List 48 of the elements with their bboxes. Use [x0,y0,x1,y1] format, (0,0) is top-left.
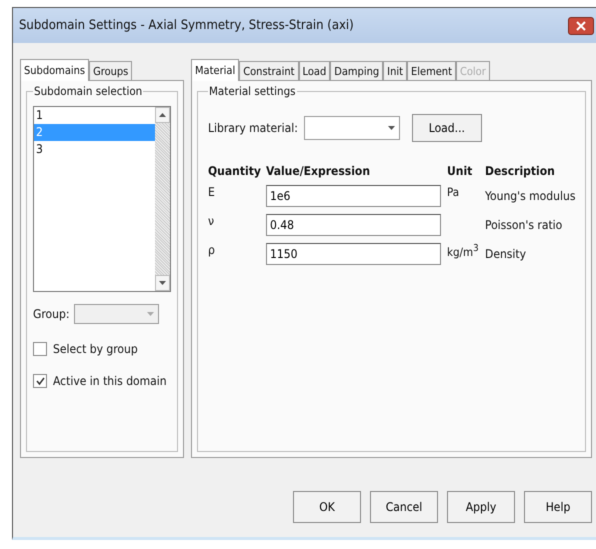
window-title: Subdomain Settings - Axial Symmetry, Stress-Strain (axi) [19,18,355,33]
checkbox-label: Select by group [53,342,138,356]
down-arrow-icon [159,281,166,285]
tab[interactable]: Init [383,61,407,80]
group-title: Material settings [208,84,297,98]
checkbox-label: Active in this domain [53,374,167,388]
column-header: Quantity [208,164,260,178]
up-arrow-icon [159,113,166,117]
dialog-button[interactable]: Apply [447,491,515,523]
tab[interactable]: Element [406,61,456,80]
dialog-button[interactable]: Cancel [370,491,438,523]
description-text: Poisson's ratio [485,217,564,232]
tab[interactable]: Load [298,61,330,80]
tab[interactable]: Damping [330,61,384,80]
dialog-button[interactable]: Help [524,491,592,523]
value-field[interactable]: 1150 [266,243,441,265]
group-dropdown[interactable] [74,304,160,324]
dropdown-arrow-icon [388,126,395,130]
dropdown-arrow-icon [147,312,154,316]
dialog-button[interactable]: OK [293,491,361,523]
tab[interactable]: Subdomains [20,59,90,81]
group-label: Group: [33,307,70,321]
column-header: Unit [447,164,474,178]
description-text: Young's modulus [485,188,576,203]
quantity-symbol: ρ [208,243,216,257]
value-field[interactable]: 1e6 [266,185,441,207]
quantity-symbol: E [208,185,216,199]
library-dropdown[interactable] [304,116,400,140]
tab[interactable]: Material [191,59,240,81]
tab[interactable]: Constraint [239,61,299,80]
list-item[interactable]: 1 [34,107,155,124]
list-item[interactable]: 3 [34,141,155,158]
load-button[interactable]: Load... [412,114,482,142]
close-icon [576,20,586,30]
unit-text: Pa [447,185,460,199]
quantity-symbol: ν [208,214,216,228]
scrollbar[interactable] [155,107,170,291]
checkbox[interactable] [33,342,47,356]
column-header: Value/Expression [266,164,372,178]
tab[interactable]: Groups [89,61,132,80]
description-text: Density [485,246,528,261]
library-label: Library material: [208,121,298,135]
column-header: Description [485,164,556,178]
group-title: Subdomain selection [33,84,144,98]
checkbox[interactable] [33,374,47,388]
close-button[interactable] [568,16,594,34]
value-field[interactable]: 0.48 [266,214,441,236]
unit-text: kg/m$^{3}$ [447,243,479,259]
